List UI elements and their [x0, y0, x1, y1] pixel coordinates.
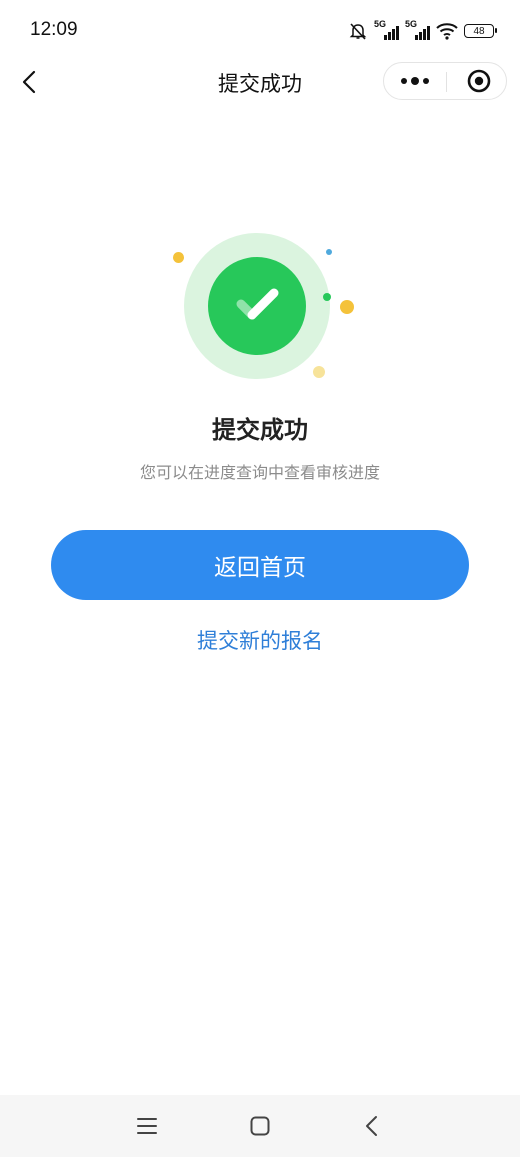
signal-icon: 5G: [405, 19, 430, 40]
success-circle: [208, 257, 306, 355]
status-time: 12:09: [30, 19, 78, 40]
system-back-icon: [366, 1116, 377, 1136]
checkmark-icon: [236, 288, 279, 320]
decor-dot: [173, 252, 184, 263]
system-back-button[interactable]: [358, 1111, 388, 1141]
battery-icon: 48: [464, 24, 497, 38]
success-illustration: [160, 228, 370, 388]
nav-bar: 提交成功: [0, 62, 520, 102]
mute-bell-icon: [349, 23, 367, 40]
more-button[interactable]: [384, 63, 446, 99]
menu-icon: [137, 1118, 157, 1134]
signal-icon: 5G: [374, 19, 399, 40]
decor-dot: [313, 366, 325, 378]
decor-dot: [326, 249, 332, 255]
decor-dot: [323, 293, 331, 301]
status-bar: 12:09 5G 5G 48: [0, 0, 520, 62]
return-home-button[interactable]: 返回首页: [51, 530, 469, 600]
new-registration-link[interactable]: 提交新的报名: [0, 625, 520, 655]
decor-dot: [340, 300, 354, 314]
success-subtitle: 您可以在进度查询中查看审核进度: [139, 463, 380, 482]
status-icons: 5G 5G 48: [348, 19, 497, 43]
capsule-menu: [383, 62, 507, 100]
signal-2-label: 5G: [405, 19, 418, 29]
menu-button[interactable]: [132, 1111, 162, 1141]
success-title: 提交成功: [212, 416, 308, 444]
close-target-icon: [467, 69, 491, 93]
more-dots-icon: [401, 77, 429, 85]
home-button[interactable]: [245, 1111, 275, 1141]
system-nav-bar: [0, 1095, 520, 1157]
signal-1-label: 5G: [374, 19, 387, 29]
home-icon: [250, 1116, 270, 1136]
wifi-icon: [436, 23, 458, 40]
close-miniprogram-button[interactable]: [447, 63, 507, 99]
